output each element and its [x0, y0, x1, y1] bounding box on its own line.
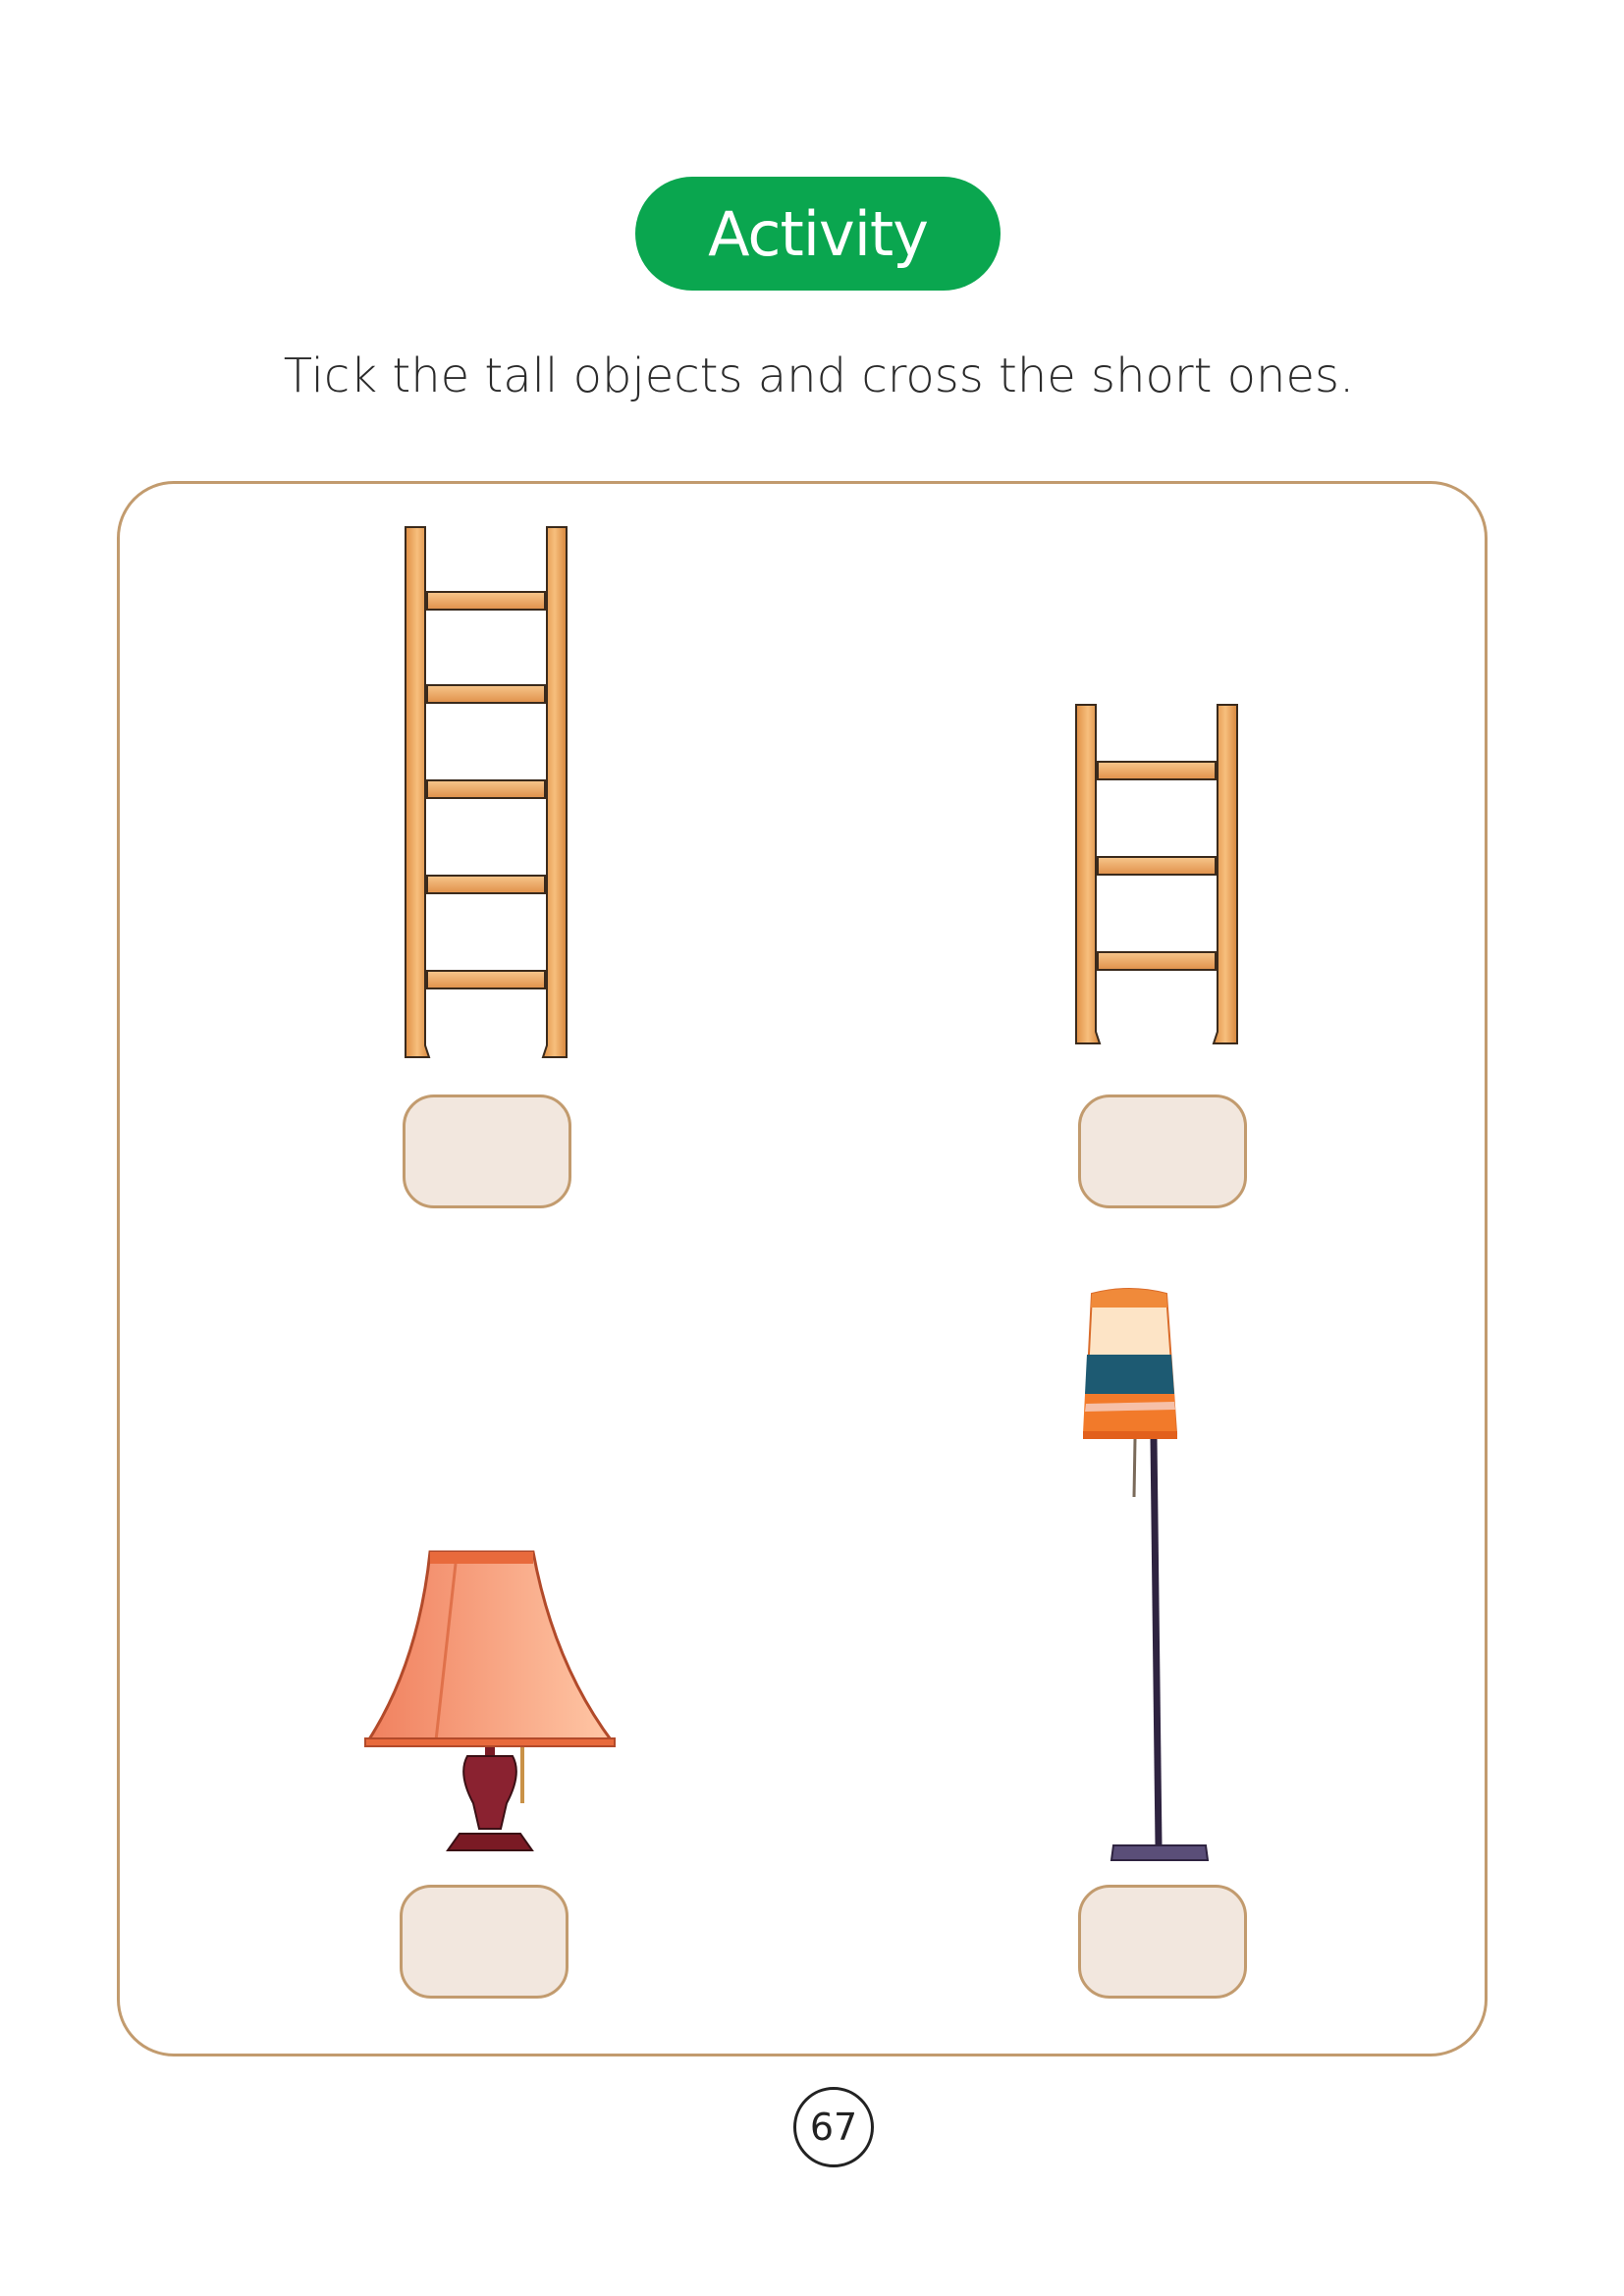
answer-box-short-ladder[interactable]	[1078, 1095, 1247, 1208]
floor-lamp-image	[1083, 1288, 1210, 1861]
page-number-label: 67	[809, 2106, 858, 2149]
table-lamp-image	[364, 1550, 616, 1851]
answer-box-table-lamp[interactable]	[400, 1885, 568, 1999]
instruction-text: Tick the tall objects and cross the shor…	[283, 348, 1355, 403]
activity-panel	[117, 481, 1488, 2056]
page-number: 67	[793, 2087, 874, 2167]
activity-badge: Activity	[635, 177, 1001, 291]
answer-box-tall-ladder[interactable]	[403, 1095, 571, 1208]
answer-box-floor-lamp[interactable]	[1078, 1885, 1247, 1999]
activity-badge-label: Activity	[708, 197, 929, 270]
tall-ladder-image	[405, 526, 568, 1058]
short-ladder-image	[1075, 704, 1238, 1044]
